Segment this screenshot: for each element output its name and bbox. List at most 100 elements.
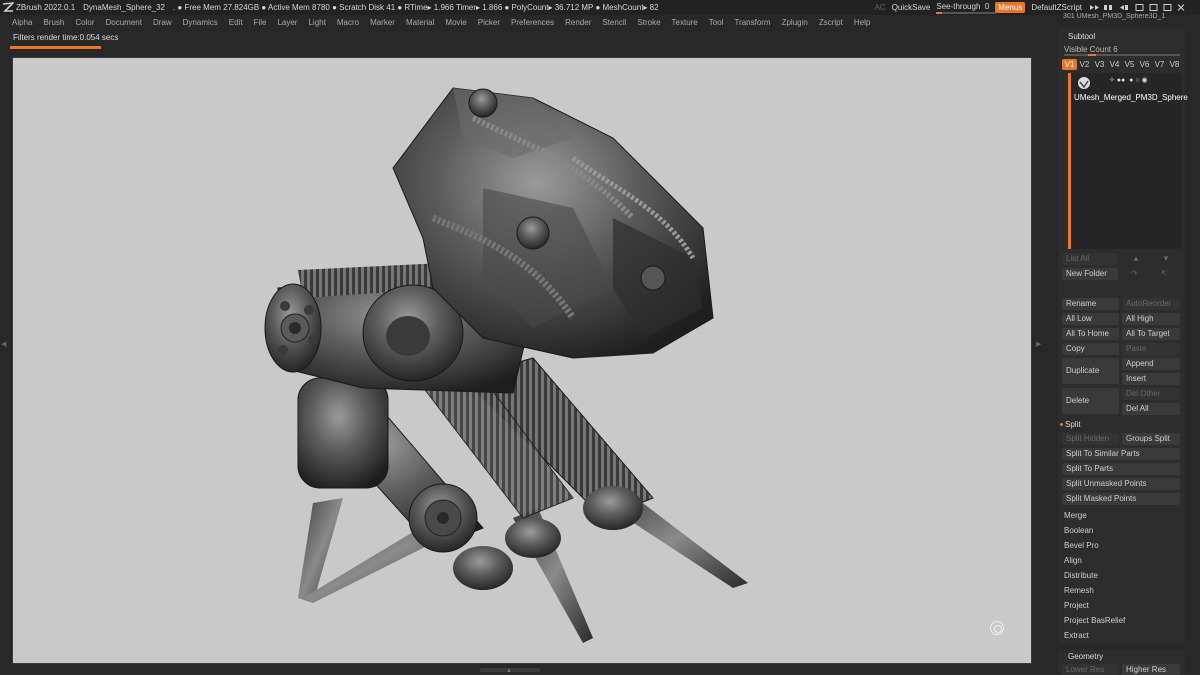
version-v6[interactable]: V6	[1137, 59, 1152, 70]
subtool-item[interactable]: ✧ ●● ● ○ ◉ UMesh_Merged_PM3D_Sphere	[1073, 76, 1188, 102]
project-section[interactable]: Project	[1064, 601, 1089, 610]
menu-alpha[interactable]: Alpha	[12, 18, 32, 27]
split-unmasked-button[interactable]: Split Unmasked Points	[1062, 478, 1180, 490]
default-zscript-button[interactable]: DefaultZScript	[1031, 3, 1082, 12]
subtool-toggle-icons[interactable]: ✧ ●● ● ○ ◉	[1109, 76, 1148, 84]
render-progress-bar	[10, 46, 101, 49]
visible-count-slider[interactable]	[1064, 54, 1180, 56]
move-up-icon[interactable]: ▲	[1132, 254, 1140, 263]
see-through-value: 0	[984, 1, 990, 11]
menus-toggle[interactable]: Menus	[995, 2, 1026, 13]
menu-picker[interactable]: Picker	[478, 18, 500, 27]
subtool-panel: Subtool Visible Count 6 V1 V2 V3 V4 V5 V…	[1058, 28, 1188, 644]
zbrush-logo-icon	[2, 2, 14, 12]
menu-draw[interactable]: Draw	[153, 18, 172, 27]
menu-edit[interactable]: Edit	[229, 18, 243, 27]
menu-transform[interactable]: Transform	[734, 18, 770, 27]
subtool-header[interactable]: Subtool	[1068, 32, 1095, 41]
navigation-gizmo-icon[interactable]	[990, 621, 1004, 635]
move-in-icon[interactable]: ↷	[1131, 269, 1138, 278]
groups-split-button[interactable]: Groups Split	[1122, 433, 1180, 445]
remesh-section[interactable]: Remesh	[1064, 586, 1094, 595]
subtool-thumbnail-icon	[1078, 77, 1090, 89]
move-down-icon[interactable]: ▼	[1162, 254, 1170, 263]
split-masked-button[interactable]: Split Masked Points	[1062, 493, 1180, 505]
tool-strip[interactable]: 301 UMesh_PM3D_Sphere3D_1	[1063, 13, 1183, 23]
version-v3[interactable]: V3	[1092, 59, 1107, 70]
menu-help[interactable]: Help	[854, 18, 870, 27]
move-out-icon[interactable]: ↸	[1161, 269, 1168, 278]
new-folder-button[interactable]: New Folder	[1062, 268, 1118, 280]
all-to-target-button[interactable]: All To Target	[1122, 328, 1180, 340]
menu-material[interactable]: Material	[406, 18, 434, 27]
split-similar-parts-button[interactable]: Split To Similar Parts	[1062, 448, 1180, 460]
menu-brush[interactable]: Brush	[43, 18, 64, 27]
del-other-button[interactable]: Del Other	[1122, 388, 1180, 400]
paste-button[interactable]: Paste	[1122, 343, 1180, 355]
menu-tool[interactable]: Tool	[709, 18, 724, 27]
version-v7[interactable]: V7	[1152, 59, 1167, 70]
ac-toggle[interactable]: AC	[875, 3, 886, 12]
version-v1[interactable]: V1	[1062, 59, 1077, 70]
menu-movie[interactable]: Movie	[445, 18, 466, 27]
menu-zscript[interactable]: Zscript	[819, 18, 843, 27]
split-hidden-button[interactable]: Split Hidden	[1062, 433, 1119, 445]
menu-light[interactable]: Light	[308, 18, 325, 27]
copy-button[interactable]: Copy	[1062, 343, 1119, 355]
project-basrelief-section[interactable]: Project BasRelief	[1064, 616, 1125, 625]
all-high-button[interactable]: All High	[1122, 313, 1180, 325]
left-tray-toggle-icon[interactable]: ◀	[1, 340, 6, 348]
app-version: ZBrush 2022.0.1	[16, 3, 76, 12]
bevel-pro-section[interactable]: Bevel Pro	[1064, 541, 1099, 550]
menu-render[interactable]: Render	[565, 18, 591, 27]
lower-res-button[interactable]: Lower Res	[1062, 664, 1119, 675]
list-all-button[interactable]: List All	[1062, 253, 1118, 265]
duplicate-button[interactable]: Duplicate	[1062, 358, 1119, 384]
align-section[interactable]: Align	[1064, 556, 1082, 565]
menu-dynamics[interactable]: Dynamics	[183, 18, 218, 27]
geometry-panel: Geometry Lower Res Higher Res	[1058, 650, 1185, 675]
memory-stats: . ● Free Mem 27.824GB ● Active Mem 8780 …	[173, 3, 659, 12]
version-v4[interactable]: V4	[1107, 59, 1122, 70]
append-button[interactable]: Append	[1122, 358, 1180, 370]
menu-texture[interactable]: Texture	[672, 18, 698, 27]
rename-button[interactable]: Rename	[1062, 298, 1119, 310]
bottom-tray-toggle-icon[interactable]: ▲	[506, 668, 514, 674]
boolean-section[interactable]: Boolean	[1064, 526, 1093, 535]
all-low-button[interactable]: All Low	[1062, 313, 1119, 325]
del-all-button[interactable]: Del All	[1122, 403, 1180, 415]
document-name: DynaMesh_Sphere_32	[83, 3, 165, 12]
menu-marker[interactable]: Marker	[370, 18, 395, 27]
extract-section[interactable]: Extract	[1064, 631, 1089, 640]
menu-file[interactable]: File	[254, 18, 267, 27]
higher-res-button[interactable]: Higher Res	[1122, 664, 1180, 675]
robot-dog-model[interactable]	[13, 58, 1032, 664]
geometry-header[interactable]: Geometry	[1068, 652, 1103, 661]
document-canvas[interactable]	[12, 57, 1032, 664]
right-tray-toggle-icon[interactable]: ▶	[1036, 340, 1041, 348]
split-section-header[interactable]: Split	[1060, 420, 1081, 429]
menu-stencil[interactable]: Stencil	[602, 18, 626, 27]
auto-reorder-button[interactable]: AutoReorder	[1122, 298, 1180, 310]
insert-button[interactable]: Insert	[1122, 373, 1180, 385]
menu-color[interactable]: Color	[75, 18, 94, 27]
version-v2[interactable]: V2	[1077, 59, 1092, 70]
menu-document[interactable]: Document	[106, 18, 142, 27]
split-to-parts-button[interactable]: Split To Parts	[1062, 463, 1180, 475]
see-through-slider[interactable]: See-through 0	[936, 1, 997, 14]
distribute-section[interactable]: Distribute	[1064, 571, 1098, 580]
subtool-list[interactable]: ✧ ●● ● ○ ◉ UMesh_Merged_PM3D_Sphere	[1068, 73, 1188, 249]
delete-button[interactable]: Delete	[1062, 388, 1119, 414]
version-v8[interactable]: V8	[1167, 59, 1182, 70]
version-v5[interactable]: V5	[1122, 59, 1137, 70]
menu-layer[interactable]: Layer	[277, 18, 297, 27]
menu-stroke[interactable]: Stroke	[637, 18, 660, 27]
quicksave-button[interactable]: QuickSave	[892, 3, 931, 12]
visible-count-label: Visible Count 6	[1064, 45, 1118, 54]
menu-zplugin[interactable]: Zplugin	[782, 18, 808, 27]
menu-preferences[interactable]: Preferences	[511, 18, 554, 27]
merge-section[interactable]: Merge	[1064, 511, 1087, 520]
layout-icons[interactable]	[1088, 3, 1194, 12]
menu-macro[interactable]: Macro	[337, 18, 359, 27]
all-to-home-button[interactable]: All To Home	[1062, 328, 1119, 340]
